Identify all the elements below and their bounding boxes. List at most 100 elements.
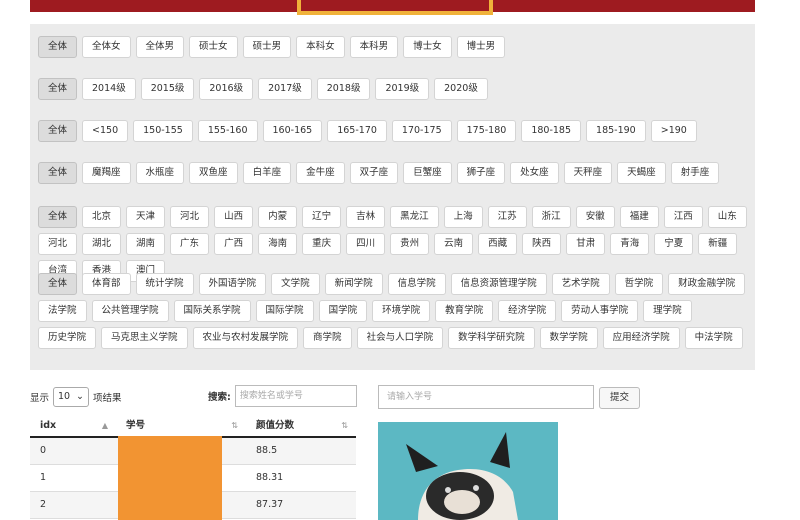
filter-chip-college[interactable]: 信息学院: [387, 273, 446, 295]
filter-chip-zodiac[interactable]: 射手座: [670, 162, 720, 184]
filter-chip-college[interactable]: 统计学院: [135, 273, 194, 295]
filter-chip-college[interactable]: 社会与人口学院: [356, 327, 444, 349]
filter-chip-college[interactable]: 历史学院: [38, 327, 97, 349]
filter-chip-province[interactable]: 福建: [619, 206, 659, 228]
filter-chip-province[interactable]: 吉林: [346, 206, 386, 228]
filter-chip-height[interactable]: >190: [650, 120, 697, 142]
filter-chip-college[interactable]: 外国语学院: [198, 273, 267, 295]
filter-chip-grade[interactable]: 2019级: [375, 78, 430, 100]
filter-chip-province[interactable]: 山西: [214, 206, 254, 228]
filter-chip-college[interactable]: 商学院: [303, 327, 352, 349]
filter-chip-height[interactable]: 全体: [38, 120, 78, 142]
filter-chip-province[interactable]: 内蒙: [258, 206, 298, 228]
filter-chip-zodiac[interactable]: 处女座: [510, 162, 559, 184]
filter-chip-college[interactable]: 国际关系学院: [173, 300, 251, 322]
filter-chip-grade[interactable]: 2014级: [82, 78, 136, 100]
filter-chip-college[interactable]: 文学院: [271, 273, 320, 295]
filter-chip-college[interactable]: 国际学院: [255, 300, 314, 322]
filter-chip-province[interactable]: 湖北: [82, 233, 122, 255]
filter-chip-college[interactable]: 中法学院: [684, 327, 743, 349]
filter-chip-college[interactable]: 环境学院: [372, 300, 431, 322]
filter-chip-college[interactable]: 体育部: [82, 273, 131, 295]
filter-chip-height[interactable]: 155-160: [197, 120, 258, 142]
filter-chip-gender-degree[interactable]: 全体女: [82, 36, 131, 58]
filter-chip-gender-degree[interactable]: 博士男: [456, 36, 506, 58]
filter-chip-grade[interactable]: 2018级: [316, 78, 371, 100]
filter-chip-grade[interactable]: 2017级: [258, 78, 312, 100]
filter-chip-college[interactable]: 数学学院: [539, 327, 598, 349]
filter-chip-height[interactable]: 150-155: [133, 120, 193, 142]
filter-chip-zodiac[interactable]: 天秤座: [563, 162, 613, 184]
filter-chip-province[interactable]: 贵州: [390, 233, 430, 255]
filter-chip-grade[interactable]: 2016级: [199, 78, 254, 100]
filter-chip-province[interactable]: 陕西: [522, 233, 562, 255]
filter-chip-college[interactable]: 理学院: [643, 300, 692, 322]
filter-chip-gender-degree[interactable]: 硕士男: [242, 36, 292, 58]
filter-chip-grade[interactable]: 2020级: [434, 78, 488, 100]
filter-chip-college[interactable]: 国学院: [318, 300, 368, 322]
filter-chip-province[interactable]: 浙江: [531, 206, 571, 228]
filter-chip-province[interactable]: 新疆: [698, 233, 738, 255]
filter-chip-gender-degree[interactable]: 全体: [38, 36, 78, 58]
column-header-idx[interactable]: idx ▲: [30, 416, 116, 436]
filter-chip-height[interactable]: 165-170: [327, 120, 387, 142]
filter-chip-college[interactable]: 法学院: [38, 300, 87, 322]
filter-chip-college[interactable]: 劳动人事学院: [561, 300, 639, 322]
filter-chip-zodiac[interactable]: 白羊座: [242, 162, 292, 184]
column-header-student-id[interactable]: 学号 ⇅: [116, 416, 246, 436]
filter-chip-province[interactable]: 天津: [126, 206, 166, 228]
filter-chip-zodiac[interactable]: 水瓶座: [135, 162, 185, 184]
filter-chip-province[interactable]: 四川: [346, 233, 386, 255]
filter-chip-college[interactable]: 信息资源管理学院: [450, 273, 547, 295]
filter-chip-college[interactable]: 数学科学研究院: [448, 327, 535, 349]
filter-chip-college[interactable]: 农业与农村发展学院: [192, 327, 299, 349]
filter-chip-grade[interactable]: 全体: [38, 78, 78, 100]
filter-chip-gender-degree[interactable]: 本科女: [296, 36, 345, 58]
filter-chip-height[interactable]: 175-180: [456, 120, 517, 142]
filter-chip-height[interactable]: 180-185: [521, 120, 582, 142]
filter-chip-province[interactable]: 甘肃: [566, 233, 606, 255]
page-length-select[interactable]: 10 ⌄: [53, 387, 90, 407]
filter-chip-province[interactable]: 河北: [38, 233, 78, 255]
filter-chip-province[interactable]: 西藏: [478, 233, 518, 255]
filter-chip-province[interactable]: 江苏: [487, 206, 527, 228]
filter-chip-gender-degree[interactable]: 全体男: [135, 36, 185, 58]
filter-chip-province[interactable]: 安徽: [575, 206, 615, 228]
filter-chip-province[interactable]: 辽宁: [302, 206, 342, 228]
filter-chip-province[interactable]: 江西: [663, 206, 703, 228]
filter-chip-gender-degree[interactable]: 硕士女: [189, 36, 238, 58]
filter-chip-college[interactable]: 教育学院: [435, 300, 494, 322]
filter-chip-province[interactable]: 重庆: [302, 233, 342, 255]
student-id-input[interactable]: 请输入学号: [378, 385, 594, 409]
column-header-score[interactable]: 颜值分数 ⇅: [246, 416, 356, 436]
filter-chip-province[interactable]: 海南: [258, 233, 298, 255]
filter-chip-zodiac[interactable]: 双鱼座: [189, 162, 238, 184]
filter-chip-college[interactable]: 公共管理学院: [91, 300, 169, 322]
filter-chip-province[interactable]: 云南: [434, 233, 474, 255]
filter-chip-province[interactable]: 湖南: [126, 233, 166, 255]
filter-chip-zodiac[interactable]: 金牛座: [296, 162, 345, 184]
filter-chip-height[interactable]: 170-175: [391, 120, 452, 142]
filter-chip-college[interactable]: 马克思主义学院: [101, 327, 188, 349]
filter-chip-zodiac[interactable]: 全体: [38, 162, 78, 184]
filter-chip-province[interactable]: 北京: [82, 206, 122, 228]
filter-chip-height[interactable]: 160-165: [262, 120, 323, 142]
filter-chip-province[interactable]: 宁夏: [654, 233, 694, 255]
filter-chip-province[interactable]: 全体: [38, 206, 78, 228]
filter-chip-province[interactable]: 河北: [170, 206, 210, 228]
search-input[interactable]: 搜索姓名或学号: [234, 385, 357, 407]
filter-chip-gender-degree[interactable]: 本科男: [349, 36, 399, 58]
filter-chip-college[interactable]: 全体: [38, 273, 78, 295]
filter-chip-zodiac[interactable]: 魔羯座: [82, 162, 131, 184]
filter-chip-province[interactable]: 广东: [170, 233, 210, 255]
filter-chip-height[interactable]: 185-190: [586, 120, 646, 142]
filter-chip-province[interactable]: 广西: [214, 233, 254, 255]
filter-chip-college[interactable]: 经济学院: [498, 300, 557, 322]
filter-chip-college[interactable]: 艺术学院: [551, 273, 610, 295]
filter-chip-zodiac[interactable]: 巨蟹座: [403, 162, 452, 184]
filter-chip-college[interactable]: 新闻学院: [324, 273, 383, 295]
filter-chip-zodiac[interactable]: 天蝎座: [617, 162, 666, 184]
filter-chip-zodiac[interactable]: 狮子座: [456, 162, 506, 184]
filter-chip-grade[interactable]: 2015级: [140, 78, 195, 100]
filter-chip-province[interactable]: 黑龙江: [390, 206, 439, 228]
